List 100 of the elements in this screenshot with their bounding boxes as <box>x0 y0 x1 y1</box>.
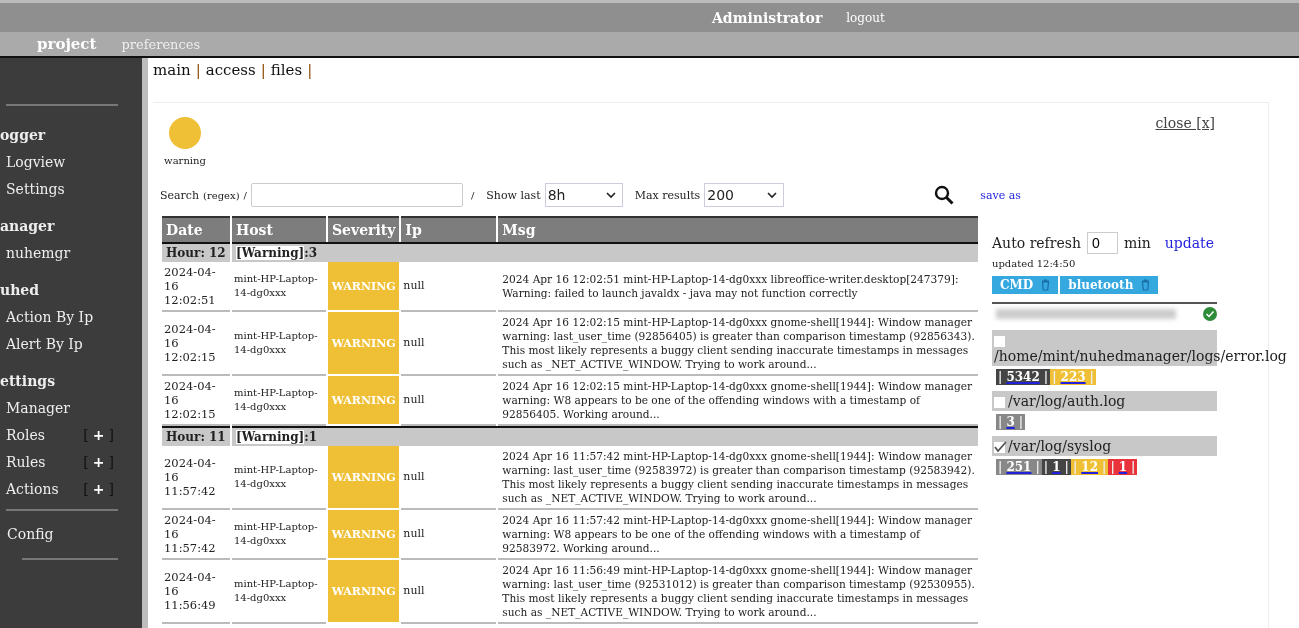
severity-cell: WARNING <box>328 510 400 560</box>
max-results-label: Max results <box>634 188 701 202</box>
log-file-path: /var/log/auth.log <box>1008 393 1126 409</box>
user-name: Administrator <box>712 9 823 26</box>
tab-link[interactable]: files <box>270 61 303 102</box>
add-link[interactable]: [ + ] <box>83 422 114 449</box>
table-cell: 2024-04-16 11:57:42 <box>162 446 230 510</box>
table-cell: 2024 Apr 16 11:57:42 mint-HP-Laptop-14-dg0xxx gnome-shell[1944]: Window manager warning: W8 appears to be one of the offending windows with a timestamp of 92583972. Working around... <box>498 510 978 560</box>
sidebar-item[interactable]: Alert By Ip <box>0 331 142 358</box>
sidebar-item[interactable]: Config <box>0 521 142 548</box>
table-cell: 2024-04-16 11:56:49 <box>162 560 230 624</box>
regex-hint: (regex) <box>203 189 240 201</box>
sidebar-item[interactable]: nuhemgr <box>0 240 142 267</box>
column-header: Ip <box>401 216 497 242</box>
table-cell: 2024 Apr 16 12:02:51 mint-HP-Laptop-14-dg0xxx libreoffice-writer.desktop[247379]: Warning: failed to launch javaldx - java may not function correctly <box>498 262 978 312</box>
checkbox[interactable] <box>994 335 1005 347</box>
sidebar-item[interactable]: Logview <box>0 149 142 176</box>
slash: / <box>470 189 475 201</box>
chevron-icon <box>605 191 616 199</box>
refresh-field[interactable]: 0 <box>1087 232 1118 254</box>
table-cell: mint-HP-Laptop-14-dg0xxx <box>232 446 326 510</box>
search-field[interactable] <box>250 183 463 207</box>
add-link[interactable]: [ + ] <box>83 449 114 476</box>
chevron-icon <box>767 191 778 199</box>
separator: | <box>260 61 266 81</box>
column-header: Host <box>232 216 326 242</box>
tab-link[interactable]: main <box>153 61 191 102</box>
column-header: Date <box>162 216 230 242</box>
severity-cell: WARNING <box>328 446 400 510</box>
auto-refresh-label: Auto refresh <box>992 235 1081 251</box>
sidebar-item[interactable]: Roles <box>6 422 45 449</box>
severity-cell: WARNING <box>328 560 400 624</box>
severity-tag: [Warning] <box>236 246 305 260</box>
show-last-select[interactable]: 8h <box>544 183 623 207</box>
hour-group: Hour: 12 <box>162 242 230 262</box>
sidebar-item[interactable]: Rules <box>6 449 46 476</box>
table-cell: null <box>401 510 497 560</box>
table-cell: 2024-04-16 12:02:15 <box>162 312 230 376</box>
count-link[interactable]: 251 <box>1004 460 1034 474</box>
count-badge: | 1 | <box>1108 459 1138 475</box>
close-link[interactable]: close [x] <box>1155 115 1215 131</box>
table-cell: null <box>401 262 497 312</box>
group-count: :3 <box>304 246 318 260</box>
count-link[interactable]: 3 <box>1004 415 1017 429</box>
count-badge: | 251 | <box>996 459 1042 475</box>
update-link[interactable]: update <box>1164 235 1214 251</box>
table-cell: null <box>401 312 497 376</box>
log-file-path: /home/mint/nuhedmanager/logs/error.log <box>994 348 1287 364</box>
count-badge: | 3 | <box>996 414 1026 430</box>
table-cell: mint-HP-Laptop-14-dg0xxx <box>232 560 326 624</box>
slash: / <box>243 189 247 201</box>
count-badge: | 223 | <box>1050 369 1096 385</box>
sidebar-item[interactable]: Manager <box>0 395 142 422</box>
show-last-label: Show last <box>486 188 541 202</box>
column-header: Msg <box>498 216 978 242</box>
count-badge: | 5342 | <box>996 369 1051 385</box>
search-icon[interactable] <box>934 185 955 205</box>
table-cell: 2024 Apr 16 12:02:15 mint-HP-Laptop-14-dg0xxx gnome-shell[1944]: Window manager warning: last_user_time (92856405) is greater than comparison timestamp (92856343). This most likely represents a buggy client sending inaccurate timestamps in messages such as _NET_ACTIVE_WINDOW. Trying to work around... <box>498 312 978 376</box>
table-cell: mint-HP-Laptop-14-dg0xxx <box>232 312 326 376</box>
sidebar-heading: anager <box>0 217 56 236</box>
tab-link[interactable]: access <box>205 61 256 102</box>
hour-group: Hour: 11 <box>162 426 230 446</box>
separator: | <box>195 61 201 81</box>
trash-icon[interactable] <box>1141 279 1151 291</box>
table-cell: 2024 Apr 16 11:56:49 mint-HP-Laptop-14-dg0xxx gnome-shell[1944]: Window manager warning: last_user_time (92531012) is greater than comparison timestamp (92530955). This most likely represents a buggy client sending inaccurate timestamps in messages such as _NET_ACTIVE_WINDOW. Trying to work around... <box>498 560 978 624</box>
updated-time: updated 12:4:50 <box>992 258 1076 269</box>
sidebar-item[interactable]: Settings <box>0 176 142 203</box>
table-cell: mint-HP-Laptop-14-dg0xxx <box>232 262 326 312</box>
sidebar-item[interactable]: Actions <box>6 476 59 503</box>
unit-label: min <box>1124 235 1151 251</box>
table-cell: 2024-04-16 11:57:42 <box>162 510 230 560</box>
save-as-link[interactable]: save as <box>980 188 1021 202</box>
separator: | <box>307 61 313 81</box>
count-badge: | 1 | <box>1041 459 1071 475</box>
checkbox[interactable] <box>994 441 1005 453</box>
count-badge: | 12 | <box>1070 459 1109 475</box>
table-cell: mint-HP-Laptop-14-dg0xxx <box>232 510 326 560</box>
column-header: Severity <box>328 216 400 242</box>
table-cell: null <box>401 560 497 624</box>
table-cell: 2024 Apr 16 11:57:42 mint-HP-Laptop-14-dg0xxx gnome-shell[1944]: Window manager warning: last_user_time (92583972) is greater than comparison timestamp (92583942). This most likely represents a buggy client sending inaccurate timestamps in messages such as _NET_ACTIVE_WINDOW. Trying to work around... <box>498 446 978 510</box>
severity-cell: WARNING <box>328 376 400 426</box>
status-label: warning <box>164 155 206 166</box>
table-cell: null <box>401 446 497 510</box>
sidebar-heading: uhed <box>0 281 41 300</box>
add-link[interactable]: [ + ] <box>83 476 114 503</box>
max-results-select[interactable]: 200 <box>704 183 785 207</box>
sidebar-heading: ettings <box>0 372 56 391</box>
search-label: Search <box>160 188 200 202</box>
group-count: :1 <box>304 430 318 444</box>
count-link[interactable]: 5342 <box>1004 370 1042 384</box>
severity-tag: [Warning] <box>236 430 305 444</box>
severity-cell: WARNING <box>328 262 400 312</box>
count-link[interactable]: 1 <box>1116 460 1130 474</box>
sidebar-item[interactable]: Action By Ip <box>0 304 142 331</box>
checkbox[interactable] <box>994 396 1005 408</box>
trash-icon[interactable] <box>1041 279 1051 291</box>
table-cell: 2024-04-16 12:02:51 <box>162 262 230 312</box>
sidebar-heading: ogger <box>0 126 47 145</box>
severity-cell: WARNING <box>328 312 400 376</box>
count-link[interactable]: 1 <box>1050 460 1063 474</box>
